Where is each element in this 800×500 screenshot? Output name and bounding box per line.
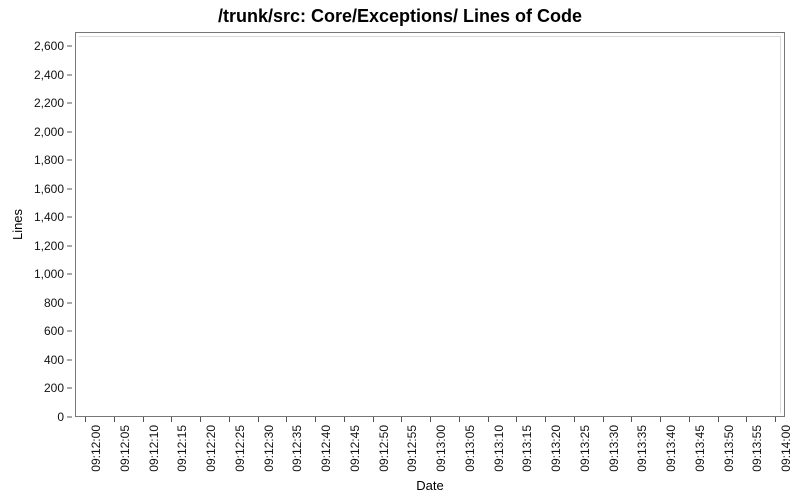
x-tick-mark: [459, 417, 460, 422]
x-tick-label: 09:13:30: [607, 425, 621, 472]
x-tick-label: 09:12:40: [319, 425, 333, 472]
x-tick-label: 09:12:35: [290, 425, 304, 472]
y-tick-label: 1,800: [4, 153, 64, 167]
x-tick-label: 09:13:45: [693, 425, 707, 472]
y-tick-mark: [67, 160, 72, 161]
x-tick-mark: [430, 417, 431, 422]
y-tick-mark: [67, 359, 72, 360]
x-tick-mark: [229, 417, 230, 422]
x-tick-mark: [746, 417, 747, 422]
x-tick-mark: [344, 417, 345, 422]
x-tick-mark: [200, 417, 201, 422]
x-tick-label: 09:13:40: [664, 425, 678, 472]
x-tick-mark: [373, 417, 374, 422]
x-tick-mark: [660, 417, 661, 422]
x-tick-mark: [775, 417, 776, 422]
y-tick-label: 2,000: [4, 125, 64, 139]
x-tick-mark: [114, 417, 115, 422]
x-tick-label: 09:13:50: [722, 425, 736, 472]
x-tick-mark: [545, 417, 546, 422]
y-tick-mark: [67, 417, 72, 418]
x-tick-label: 09:12:20: [204, 425, 218, 472]
x-tick-mark: [603, 417, 604, 422]
x-tick-mark: [315, 417, 316, 422]
x-tick-label: 09:12:55: [405, 425, 419, 472]
x-tick-label: 09:13:20: [549, 425, 563, 472]
x-tick-label: 09:12:15: [175, 425, 189, 472]
y-tick-mark: [67, 274, 72, 275]
x-tick-label: 09:13:00: [434, 425, 448, 472]
x-tick-mark: [718, 417, 719, 422]
x-tick-label: 09:13:35: [635, 425, 649, 472]
x-tick-mark: [286, 417, 287, 422]
y-tick-mark: [67, 388, 72, 389]
x-tick-label: 09:14:00: [779, 425, 793, 472]
y-tick-label: 1,600: [4, 182, 64, 196]
y-tick-mark: [67, 302, 72, 303]
y-tick-label: 1,200: [4, 239, 64, 253]
x-tick-mark: [631, 417, 632, 422]
x-tick-mark: [488, 417, 489, 422]
y-tick-label: 200: [4, 381, 64, 395]
y-tick-label: 1,400: [4, 210, 64, 224]
x-tick-label: 09:12:45: [348, 425, 362, 472]
x-tick-mark: [171, 417, 172, 422]
x-tick-label: 09:13:15: [520, 425, 534, 472]
y-tick-mark: [67, 188, 72, 189]
x-tick-label: 09:12:30: [262, 425, 276, 472]
x-tick-label: 09:13:55: [750, 425, 764, 472]
x-tick-mark: [574, 417, 575, 422]
y-tick-label: 2,200: [4, 96, 64, 110]
y-tick-mark: [67, 331, 72, 332]
y-tick-label: 800: [4, 296, 64, 310]
chart-title: /trunk/src: Core/Exceptions/ Lines of Co…: [0, 6, 800, 27]
x-tick-label: 09:12:00: [89, 425, 103, 472]
x-tick-mark: [516, 417, 517, 422]
x-tick-label: 09:12:25: [233, 425, 247, 472]
y-axis-ticks: 02004006008001,0001,2001,4001,6001,8002,…: [0, 32, 72, 417]
y-tick-mark: [67, 46, 72, 47]
y-tick-label: 2,400: [4, 68, 64, 82]
x-tick-label: 09:12:50: [377, 425, 391, 472]
x-axis-ticks: 09:12:00 09:12:05 09:12:10 09:12:15 09:12:20…: [75, 417, 785, 477]
plot-area: [75, 32, 785, 417]
y-tick-mark: [67, 103, 72, 104]
y-tick-mark: [67, 245, 72, 246]
x-axis-label: Date: [75, 478, 785, 493]
x-tick-mark: [258, 417, 259, 422]
x-tick-label: 09:12:05: [118, 425, 132, 472]
x-tick-mark: [85, 417, 86, 422]
x-tick-mark: [143, 417, 144, 422]
y-tick-mark: [67, 217, 72, 218]
x-tick-label: 09:13:10: [492, 425, 506, 472]
y-tick-label: 600: [4, 324, 64, 338]
y-tick-label: 2,600: [4, 39, 64, 53]
x-tick-mark: [401, 417, 402, 422]
y-tick-label: 400: [4, 353, 64, 367]
x-tick-mark: [689, 417, 690, 422]
y-tick-label: 0: [4, 410, 64, 424]
x-tick-label: 09:13:05: [463, 425, 477, 472]
x-tick-label: 09:12:10: [147, 425, 161, 472]
y-tick-mark: [67, 131, 72, 132]
y-tick-mark: [67, 74, 72, 75]
x-tick-label: 09:13:25: [578, 425, 592, 472]
y-tick-label: 1,000: [4, 267, 64, 281]
